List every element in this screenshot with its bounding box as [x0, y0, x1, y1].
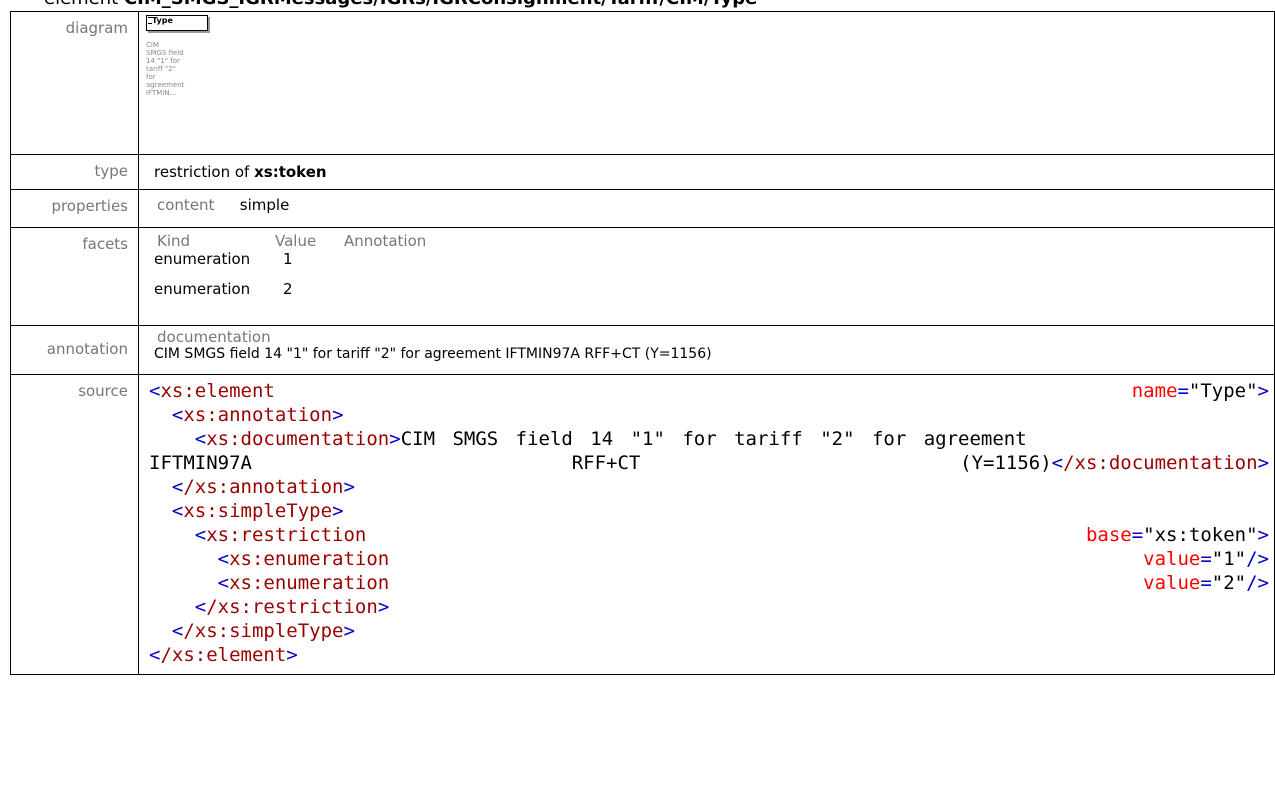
facet-value: 2: [283, 280, 293, 298]
source-line: < xs:element name = "Type" >: [149, 380, 1269, 402]
source-line: < xs:annotation >: [171, 404, 344, 426]
property-value: simple: [239, 196, 290, 214]
type-base-link[interactable]: xs:token: [254, 163, 327, 181]
diagram-element-box[interactable]: Type: [146, 15, 208, 31]
source-line: < xs:enumeration value = "1"/>: [217, 548, 1269, 570]
facets-row: facets Kind Value Annotation enumeration…: [10, 227, 1275, 326]
facet-row: enumeration 1: [154, 250, 426, 280]
facets-header: Kind Value Annotation: [154, 232, 426, 250]
facet-annotation: [344, 250, 426, 280]
element-doc-table: diagram Type CIM SMGS field 14 "1" for t…: [10, 11, 1275, 675]
facets-header-annotation: Annotation: [344, 232, 427, 250]
source-line: IFTMIN97A RFF+CT (Y=1156) </xs:documentatio…: [149, 452, 1270, 474]
facet-kind: enumeration: [154, 280, 251, 298]
facet-kind: enumeration: [154, 250, 251, 268]
annotation-row: annotation documentation CIM SMGS field …: [10, 325, 1275, 375]
facets-header-value: Value: [275, 232, 317, 250]
facet-annotation: [344, 280, 426, 310]
facets-table: Kind Value Annotation enumeration 1 enum…: [154, 232, 426, 310]
source-label: source: [10, 374, 139, 675]
diagram-area: Type CIM SMGS field 14 "1" for tariff "2…: [139, 12, 1274, 154]
diagram-element-name: Type: [152, 16, 173, 25]
source-row: source < xs:element name = "Type" > < xs:annot…: [10, 374, 1275, 675]
facets-header-kind: Kind: [157, 232, 191, 250]
source-line: < xs:restriction base = "xs:token" >: [194, 524, 1269, 546]
title-prefix: element: [44, 0, 118, 9]
source-line: </xs:element >: [149, 644, 298, 666]
annotation-label: annotation: [10, 325, 139, 375]
source-line: < xs:simpleType >: [171, 500, 344, 522]
type-row: type restriction of xs:token: [10, 154, 1275, 190]
facets-label: facets: [10, 227, 139, 326]
properties-label: properties: [10, 189, 139, 228]
annotation-header: documentation: [157, 328, 271, 346]
annotation-text: CIM SMGS field 14 "1" for tariff "2" for…: [154, 346, 712, 362]
diagram-label: diagram: [10, 11, 139, 155]
property-key: content: [157, 196, 215, 214]
source-line: < xs:enumeration value = "2"/>: [217, 572, 1269, 594]
facet-value: 1: [283, 250, 293, 268]
type-label: type: [10, 154, 139, 190]
title-path: CIM_SMGS_IGRMessages/IGRs/IGRConsignment…: [124, 0, 757, 9]
page-title: element CIM_SMGS_IGRMessages/IGRs/IGRCon…: [44, 0, 757, 9]
source-line: < xs:documentation > CIM SMGS field 14 "1" …: [194, 428, 1027, 450]
type-prefix: restriction of: [154, 163, 250, 181]
diagram-doc-preview: CIM SMGS field 14 "1" for tariff "2" for…: [146, 41, 185, 97]
source-line: </xs:simpleType >: [171, 620, 355, 642]
source-code: < xs:element name = "Type" > < xs:annotation > …: [149, 379, 1274, 667]
properties-row: properties content simple: [10, 189, 1275, 228]
source-line: </xs:annotation >: [171, 476, 355, 498]
facet-row: enumeration 2: [154, 280, 426, 310]
diagram-row: diagram Type CIM SMGS field 14 "1" for t…: [10, 11, 1275, 155]
source-line: </xs:restriction >: [194, 596, 390, 618]
